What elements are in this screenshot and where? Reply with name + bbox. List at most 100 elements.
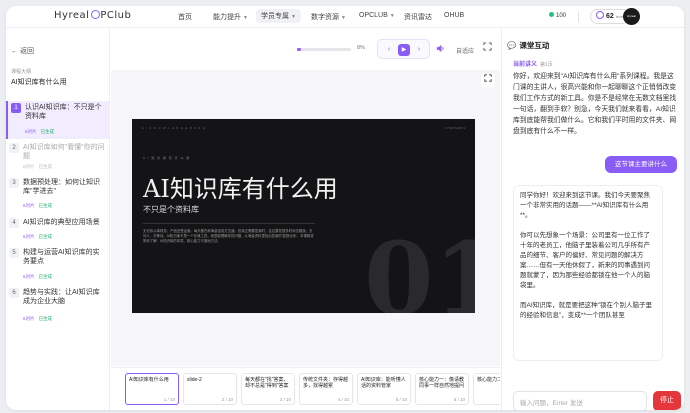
chapter-number: 1 [11, 103, 21, 113]
thumbnail-number: 4 / 10 [337, 397, 349, 402]
chapter-item[interactable]: 2 AI知识库如何"看懂"你的问题 6对片 已生成 [6, 141, 110, 174]
slide-subtitle: 不只是个资料库 [143, 205, 199, 214]
slide-count: 6对片 [23, 164, 35, 169]
chapter-title: 认识AI知识库：不只是个资料库 [25, 104, 102, 120]
outline-label: 课程大纲 [11, 69, 32, 75]
chapter-meta: 6对片 已生成 [23, 203, 52, 209]
slide-thumbnail[interactable]: AI知识库有什么用 1 / 10 [125, 373, 179, 405]
play-icon: ▶ [401, 47, 407, 53]
chapter-title: 数据预处理：如何让知识库"学进去" [23, 179, 100, 195]
nav-item-label: 资讯雷达 [404, 14, 432, 21]
thumbnail-title: slide-2 [187, 377, 202, 383]
chapter-meta: 6对片 已生成 [23, 234, 52, 240]
logo[interactable]: Hyreal PClub [54, 10, 131, 21]
chapter-number: 6 [9, 288, 19, 298]
chapter-item[interactable]: 6 趋势与实践：让AI知识库成为企业大脑 6对片 已生成 [6, 286, 110, 326]
thumbnail-title: 传统文件夹：存得越多，找得越累 [303, 377, 349, 389]
slide-thumbnail[interactable]: 每天都在"找"答案，却不总是"得到"答案 3 / 10 [241, 373, 295, 405]
nav-item-1[interactable]: 能力提升 ▼ [213, 12, 248, 22]
stop-button[interactable]: 停止 [653, 391, 681, 410]
slide-topline: A I K N O W L E D G E B A S E [142, 127, 206, 130]
slide-stage: A I K N O W L E D G E B A S E C H A P T … [111, 70, 500, 366]
chevron-left-icon: ‹ [387, 46, 391, 53]
thumbnail-title: AI知识库有什么用 [129, 377, 169, 383]
user-message: 这节课主要讲什么 [605, 156, 677, 173]
slide-watermark-number: 01 [364, 220, 475, 313]
slide-thumbnail[interactable]: 核心能力二：7 / 10 [473, 373, 500, 405]
nav-item-4[interactable]: OPCLUB ▼ [359, 12, 395, 19]
arrow-left-icon: ← [11, 48, 18, 55]
chevron-down-icon: ▼ [243, 15, 248, 21]
credits-badge[interactable]: 100 [549, 12, 566, 19]
chapter-item[interactable]: 5 构建与运营AI知识库的实务要点 6对片 已生成 [6, 246, 110, 284]
slide-count: 6对片 [25, 129, 37, 134]
chapter-item[interactable]: 3 数据预处理：如何让知识库"学进去" 6对片 已生成 [6, 176, 110, 213]
generated-status: 已生成 [38, 316, 53, 321]
course-outline-sidebar: ← 返回 课程大纲 AI知识库有什么用 1 认识AI知识库：不只是个资料库 6对片已… [6, 29, 110, 410]
chat-icon: 💬 [507, 41, 517, 50]
question-input-box[interactable] [513, 391, 647, 410]
nav-item-2[interactable]: 学员专属 ▼ [256, 9, 301, 23]
nav-item-6[interactable]: OHUB [444, 12, 464, 19]
playback-controls: ‹ ▶ › [377, 39, 430, 59]
prev-slide-button[interactable]: ‹ [383, 44, 395, 56]
slide-count: 6对片 [23, 316, 35, 321]
slide-thumbnail[interactable]: 传统文件夹：存得越多，找得越累 4 / 10 [299, 373, 353, 405]
thumbnail-number: 2 / 10 [221, 397, 233, 402]
chapter-item[interactable]: 4 AI知识库的典型应用场景 6对片 已生成 [6, 216, 110, 244]
slide-thumbnail[interactable]: AI知识库：能听懂人话的资料管家 5 / 10 [357, 373, 411, 405]
chapter-number: 5 [9, 248, 19, 258]
thumbnail-title: 核心能力二： [477, 377, 500, 383]
thumbnail-number: 5 / 10 [395, 397, 407, 402]
thumbnail-title: AI知识库：能听懂人话的资料管家 [361, 377, 406, 389]
generated-status: 已生成 [40, 129, 55, 134]
assistant-paragraph: 你可以先想象一个场景：公司里有一位工作了十年的老员工，他脑子里装着公司几乎所有产… [520, 232, 650, 289]
nav-item-3[interactable]: 数字资源 ▼ [311, 12, 346, 22]
chapter-meta: 6对片 已生成 [25, 129, 54, 135]
play-button[interactable]: ▶ [398, 44, 410, 56]
nav-item-5[interactable]: 资讯雷达 [404, 12, 432, 22]
slide-rule [143, 223, 315, 224]
credit-dot-icon [549, 12, 554, 17]
slide-count: 6对片 [23, 203, 35, 208]
current-slide: A I K N O W L E D G E B A S E C H A P T … [132, 119, 475, 313]
fullscreen-button[interactable] [483, 42, 492, 53]
chapter-item[interactable]: 1 认识AI知识库：不只是个资料库 6对片 已生成 [6, 101, 110, 139]
slide-chapter-label: C H A P T E R 0 1 [445, 127, 465, 130]
nav-item-label: OPCLUB [359, 12, 388, 19]
volume-button[interactable] [436, 44, 445, 55]
slide-thumbnail[interactable]: slide-2 2 / 10 [183, 373, 237, 405]
chevron-down-icon: ▼ [341, 15, 346, 21]
progress-bar[interactable] [297, 48, 351, 51]
chapter-number: 2 [9, 143, 19, 153]
player-toolbar: 8% ‹ ▶ › 自适应 [111, 29, 500, 69]
assistant-paragraph: 同学你好！欢迎来到这节课。我们今天要聚焦一个非常实用的话题——**AI知识库有什… [520, 192, 650, 219]
generated-status: 已生成 [38, 203, 53, 208]
chat-panel: 💬 课堂互动 当前讲义 第1页 你好，欢迎来到"AI知识库有什么用"系列课程。我是这… [501, 29, 684, 410]
question-input[interactable] [514, 394, 646, 410]
chevron-down-icon: ▼ [389, 13, 395, 19]
chevron-right-icon: › [417, 46, 421, 53]
lecturer-message: 你好，欢迎来到"AI知识库有什么用"系列课程。我是这门课的主讲人，很高兴能和你一… [513, 73, 677, 135]
back-button[interactable]: ← 返回 [11, 46, 34, 56]
avatar[interactable]: Hyreal OPClub [623, 8, 640, 35]
nav-item-label: 数字资源 [311, 14, 339, 21]
generated-status: 已生成 [38, 164, 53, 169]
next-slide-button[interactable]: › [413, 44, 425, 56]
assistant-message: 同学你好！欢迎来到这节课。我们今天要聚焦一个非常实用的话题——**AI知识库有什… [513, 185, 663, 361]
speaker-icon [436, 44, 445, 55]
level-ring-icon [596, 11, 604, 19]
slide-thumbnail[interactable]: 核心能力一：像请教同事一样自然地提问 6 / 10 [415, 373, 469, 405]
nav-item-label: OHUB [444, 12, 465, 19]
chapter-meta: 6对片 已生成 [23, 164, 52, 170]
chapter-meta: 6对片 已生成 [23, 316, 52, 322]
fit-mode-button[interactable]: 自适应 [456, 46, 474, 55]
nav-item-label: 能力提升 [213, 14, 241, 21]
expand-button[interactable] [481, 73, 495, 87]
thumbnail-number: 3 / 10 [279, 397, 291, 402]
slide-thumbnail-strip: AI知识库有什么用 1 / 10 slide-2 2 / 10 每天都在"找"答案，却不… [111, 367, 500, 410]
nav-item-0[interactable]: 首页 [178, 12, 192, 22]
course-title: AI知识库有什么用 [11, 79, 67, 86]
generated-status: 已生成 [38, 234, 53, 239]
chevron-down-icon: ▼ [291, 14, 296, 20]
